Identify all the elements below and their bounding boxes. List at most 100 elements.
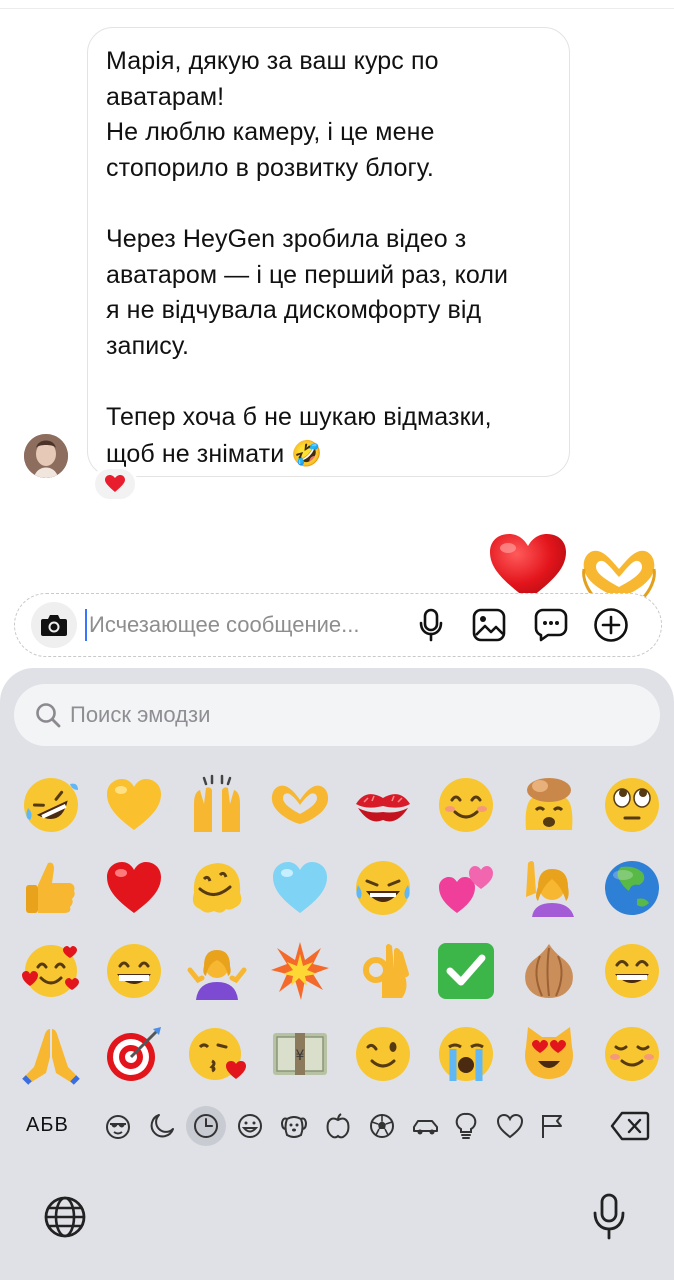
heart-icon [496, 1113, 524, 1139]
emoji-key[interactable] [176, 930, 258, 1012]
category-activity[interactable] [362, 1106, 402, 1146]
onion-icon [525, 944, 573, 998]
direct-hit-icon [107, 1027, 161, 1081]
gallery-button[interactable] [471, 607, 507, 643]
category-recent[interactable] [186, 1106, 226, 1146]
abc-switch-button[interactable]: АБВ [26, 1114, 69, 1137]
kiss-mark-icon [356, 794, 410, 822]
emoji-key[interactable] [93, 847, 175, 929]
emoji-key[interactable] [10, 930, 92, 1012]
category-symbols[interactable] [490, 1106, 530, 1146]
top-divider [0, 8, 674, 9]
message-line: щоб не знімати 🤣 [106, 436, 551, 473]
emoji-key[interactable] [425, 1013, 507, 1095]
emoji-key[interactable] [508, 930, 590, 1012]
category-recent-face[interactable] [98, 1106, 138, 1146]
emoji-key[interactable] [93, 764, 175, 846]
microphone-button[interactable] [413, 607, 449, 643]
dictation-mic-icon[interactable] [592, 1192, 626, 1242]
emoji-key[interactable] [10, 764, 92, 846]
globe-icon[interactable] [42, 1194, 88, 1240]
image-icon [472, 608, 506, 642]
light-blue-heart-icon [273, 862, 327, 913]
emoji-key[interactable] [508, 1013, 590, 1095]
category-objects[interactable] [446, 1106, 486, 1146]
grinning-squinting-icon [107, 944, 161, 998]
message-reaction[interactable] [92, 466, 138, 502]
dog-icon [280, 1116, 308, 1138]
emoji-key[interactable] [259, 847, 341, 929]
check-mark-button-icon [438, 943, 494, 999]
emoji-key[interactable] [259, 764, 341, 846]
category-food[interactable] [318, 1106, 358, 1146]
sender-avatar[interactable] [24, 434, 68, 478]
eye-roll-icon [605, 778, 659, 832]
incoming-message-bubble[interactable]: Марія, дякую за ваш курс по аватарам! Не… [87, 27, 570, 477]
emoji-key[interactable] [591, 930, 673, 1012]
emoji-search-field[interactable] [14, 684, 660, 746]
flag-icon [542, 1115, 562, 1138]
yen-banknote-icon: ¥ [273, 1033, 327, 1075]
outgoing-heart-emoji[interactable] [488, 532, 568, 602]
heart-reaction-icon [105, 475, 125, 492]
message-line: Тепер хоча б не шукаю відмазки, [106, 403, 492, 431]
emoji-key[interactable] [10, 1013, 92, 1095]
emoji-key[interactable] [591, 847, 673, 929]
message-input[interactable] [89, 606, 407, 644]
clock-icon [194, 1114, 218, 1138]
loudly-crying-icon [439, 1027, 493, 1081]
emoji-search-input[interactable] [70, 696, 630, 734]
camera-button[interactable] [31, 602, 77, 648]
message-composer [14, 593, 662, 657]
ball-icon [370, 1114, 394, 1138]
emoji-key[interactable] [342, 930, 424, 1012]
text-caret [85, 609, 87, 641]
emoji-key[interactable] [259, 930, 341, 1012]
two-hearts-icon [439, 866, 493, 913]
plus-icon [594, 608, 628, 642]
microphone-icon [419, 608, 443, 642]
face-blowing-kiss-icon [189, 1028, 246, 1080]
emoji-key[interactable] [93, 930, 175, 1012]
more-button[interactable] [593, 607, 629, 643]
category-travel[interactable] [406, 1106, 446, 1146]
smiling-face-relaxed-icon [605, 1027, 659, 1081]
message-line: Марія, дякую за ваш курс по [106, 47, 439, 75]
emoji-key[interactable] [425, 930, 507, 1012]
emoji-key[interactable] [342, 847, 424, 929]
emoji-key[interactable] [425, 847, 507, 929]
sticker-button[interactable] [533, 607, 569, 643]
emoji-key[interactable] [10, 847, 92, 929]
smiling-face-with-hearts-icon [22, 945, 79, 997]
ok-hand-icon [363, 944, 409, 998]
heart-hands-icon [271, 785, 329, 824]
category-flags[interactable] [532, 1106, 572, 1146]
category-animals[interactable] [274, 1106, 314, 1146]
svg-text:¥: ¥ [296, 1048, 305, 1064]
message-line: Через HeyGen зробила відео з [106, 225, 467, 253]
category-smileys[interactable] [230, 1106, 270, 1146]
emoji-key[interactable] [508, 847, 590, 929]
backspace-icon[interactable] [610, 1110, 650, 1142]
search-icon [36, 703, 61, 728]
emoji-key[interactable] [342, 1013, 424, 1095]
emoji-key[interactable] [508, 764, 590, 846]
emoji-key[interactable] [176, 1013, 258, 1095]
category-moon[interactable] [142, 1106, 182, 1146]
emoji-key[interactable] [176, 847, 258, 929]
emoji-key[interactable] [176, 764, 258, 846]
collision-icon [271, 942, 329, 1000]
folded-hands-icon [22, 1029, 80, 1085]
message-line: аватаром — і це перший раз, коли [106, 260, 509, 289]
emoji-key[interactable] [93, 1013, 175, 1095]
emoji-key[interactable] [425, 764, 507, 846]
heart-eyes-cat-icon [525, 1027, 573, 1079]
emoji-key[interactable] [342, 764, 424, 846]
emoji-key[interactable] [591, 1013, 673, 1095]
emoji-key[interactable]: ¥ [259, 1013, 341, 1095]
message-line-text: щоб не знімати [106, 439, 285, 468]
woman-shrugging-icon [187, 950, 247, 1000]
thumbs-up-icon [26, 862, 75, 913]
emoji-keyboard: ¥ [0, 668, 674, 1280]
emoji-key[interactable] [591, 764, 673, 846]
